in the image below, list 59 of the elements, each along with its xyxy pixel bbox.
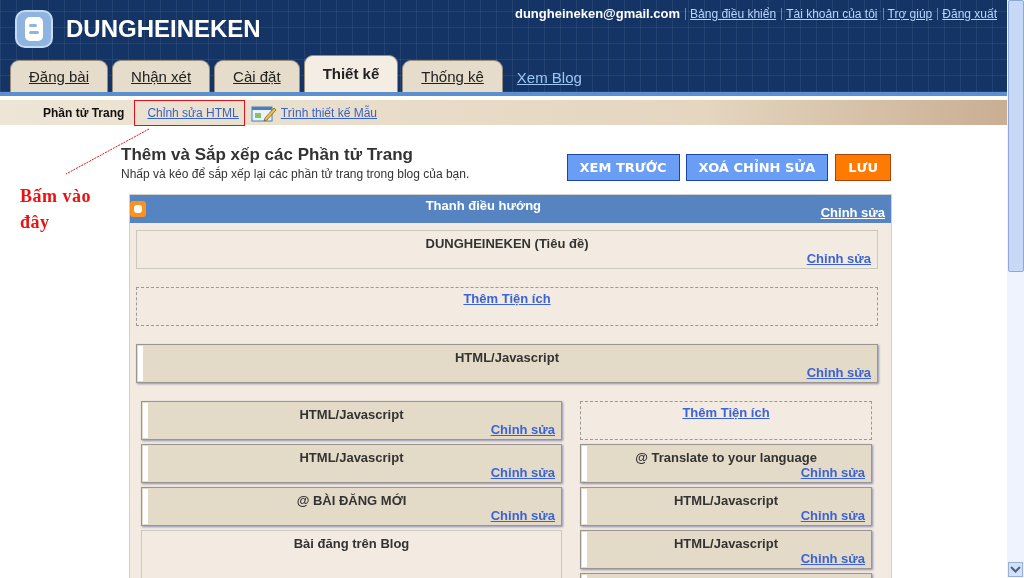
account-link[interactable]: Bảng điều khiển — [690, 6, 777, 21]
page-description: Nhấp và kéo để sắp xếp lại các phần tử trang trong blog của bạn. — [121, 167, 470, 181]
edit-link[interactable]: Chỉnh sửa — [490, 422, 555, 437]
widget-title: @ Translate to your language — [634, 449, 818, 465]
add-gadget-link[interactable]: Thêm Tiện ích — [682, 405, 770, 420]
gadget-widget[interactable]: HTML/Javascript Chỉnh sửa — [580, 530, 872, 569]
page-heading: Thêm và Sắp xếp các Phần tử Trang — [121, 145, 414, 165]
tab[interactable]: Thống kê — [402, 60, 503, 92]
window-pencil-icon — [250, 103, 277, 122]
drag-handle[interactable] — [138, 346, 143, 381]
widget-title: @ BÀI ĐĂNG MỚI — [295, 492, 408, 508]
edit-link[interactable]: Chỉnh sửa — [490, 508, 555, 523]
account-link[interactable]: Đăng xuất — [942, 6, 997, 21]
drag-handle[interactable] — [582, 532, 587, 567]
subnav-link[interactable]: Trình thiết kế Mẫu — [280, 105, 378, 120]
edit-link[interactable]: Chỉnh sửa — [806, 251, 871, 266]
logo-icon — [14, 9, 54, 49]
edit-link[interactable]: Chỉnh sửa — [806, 365, 871, 380]
drag-handle[interactable] — [143, 489, 148, 524]
drag-handle[interactable] — [143, 403, 148, 438]
edit-link[interactable]: Chỉnh sửa — [820, 205, 885, 223]
widget-title: HTML/Javascript — [298, 449, 405, 465]
widget-title: HTML/Javascript — [298, 406, 405, 422]
scrollbar-thumb[interactable] — [1008, 0, 1024, 272]
section-title: Thanh điều hướng — [424, 197, 543, 213]
gadget-widget[interactable]: HTML/Javascript Chỉnh sửa — [580, 487, 872, 526]
account-email: dungheineken@gmail.com — [514, 6, 681, 21]
account-link[interactable]: Tài khoản của tôi — [786, 6, 878, 21]
current-page-label: Phần tử Trang — [43, 105, 125, 120]
subnav-link[interactable]: Chỉnh sửa HTML — [147, 105, 239, 120]
drag-handle[interactable] — [143, 446, 148, 481]
drag-handle[interactable] — [582, 489, 587, 524]
account-link[interactable]: Trợ giúp — [887, 6, 933, 21]
gadget-widget[interactable]: @ BÀI ĐĂNG MỚI Chỉnh sửa — [141, 487, 562, 526]
add-gadget-link[interactable]: Thêm Tiện ích — [463, 291, 551, 306]
gadget-widget[interactable]: HTML/Javascript Chỉnh sửa — [136, 344, 878, 383]
edit-link[interactable]: Chỉnh sửa — [800, 465, 865, 480]
widget-title: Bài đăng trên Blog — [292, 535, 411, 551]
gadget-widget[interactable]: HTML/Javascript Chỉnh sửa — [141, 444, 562, 483]
scroll-down-button[interactable] — [1008, 562, 1023, 577]
widget-title: HTML/Javascript — [672, 535, 779, 551]
gadget-widget[interactable]: @ Translate to your language Chỉnh sửa — [580, 444, 872, 483]
tab[interactable]: Cài đặt — [214, 60, 300, 92]
widget-title: DUNGHEINEKEN (Tiêu đề) — [424, 235, 590, 251]
widget-title: HTML/Javascript — [453, 349, 560, 365]
tab[interactable]: Nhận xét — [112, 60, 211, 92]
blogger-icon — [130, 200, 146, 218]
tab[interactable]: Thiết kế — [303, 55, 399, 92]
widget-title: HTML/Javascript — [672, 492, 779, 508]
annotation-text: Bấm vào đây — [20, 185, 92, 234]
gadget-widget[interactable]: HTML/Javascript Chỉnh sửa — [141, 401, 562, 440]
scrollbar[interactable] — [1007, 0, 1024, 578]
blog-title: DUNGHEINEKEN — [66, 15, 261, 43]
tab[interactable]: Đăng bài — [10, 60, 109, 92]
edit-link[interactable]: Chỉnh sửa — [800, 508, 865, 523]
drag-handle[interactable] — [582, 446, 587, 481]
edit-link[interactable]: Chỉnh sửa — [490, 465, 555, 480]
view-blog-link[interactable]: Xem Blog — [516, 69, 582, 92]
edit-link[interactable]: Chỉnh sửa — [800, 551, 865, 566]
